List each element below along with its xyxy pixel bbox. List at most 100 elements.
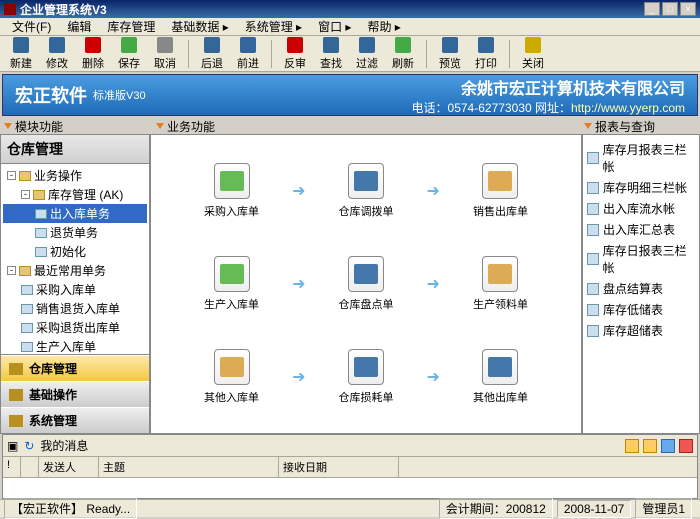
menu-item[interactable]: 窗口 ▸ [310,18,359,35]
nav-button[interactable]: 基础操作 [1,381,149,407]
menu-item[interactable]: 文件(F) [4,18,59,35]
nav-button[interactable]: 系统管理 [1,407,149,433]
toolbar-前进[interactable]: 前进 [231,35,265,73]
toolbar-后退[interactable]: 后退 [195,35,229,73]
toolbar-icon [157,37,173,53]
tree-node[interactable]: -最近常用单务 [3,261,147,280]
tree-node[interactable]: 采购入库单 [3,280,147,299]
document-icon [35,209,47,219]
msg-action-icon[interactable] [625,439,639,453]
report-item[interactable]: 库存超储表 [587,320,695,341]
tree-node[interactable]: -业务操作 [3,166,147,185]
column-header[interactable] [21,457,39,477]
minimize-button[interactable]: _ [644,2,660,16]
menu-item[interactable]: 编辑 [59,18,99,35]
folder-icon [19,266,31,276]
toolbar-icon [121,37,137,53]
tree-node[interactable]: 退货单务 [3,223,147,242]
menu-item[interactable]: 帮助 ▸ [359,18,408,35]
folder-icon [9,415,23,427]
toolbar-删除[interactable]: 删除 [76,35,110,73]
maximize-button[interactable]: □ [662,2,678,16]
menu-item[interactable]: 库存管理 [99,18,163,35]
tree-node[interactable]: 生产入库单 [3,337,147,354]
report-item[interactable]: 出入库流水帐 [587,198,695,219]
flow-item[interactable]: 仓库调拨单 [339,163,394,219]
toolbar-反审[interactable]: 反审 [278,35,312,73]
toolbar-刷新[interactable]: 刷新 [386,35,420,73]
report-item[interactable]: 库存日报表三栏帐 [587,240,695,278]
website-link[interactable]: http://www.yyerp.com [571,101,685,115]
nav-button[interactable]: 仓库管理 [1,355,149,381]
toolbar-打印[interactable]: 打印 [469,35,503,73]
report-icon [587,182,599,194]
menu-item[interactable]: 基础数据 ▸ [163,18,236,35]
msg-action-icon[interactable] [661,439,675,453]
close-button[interactable]: × [680,2,696,16]
flow-item[interactable]: 其他入库单 [204,349,259,405]
flow-item[interactable]: 其他出库单 [473,349,528,405]
toolbar-新建[interactable]: 新建 [4,35,38,73]
toolbar: 新建修改删除保存取消 后退前进反审查找过滤刷新预览打印关闭 [0,36,700,72]
flow-item[interactable]: 仓库盘点单 [339,256,394,312]
tree-toggle-icon[interactable]: - [7,171,16,180]
flow-item[interactable]: 生产入库单 [204,256,259,312]
status-user: 管理员1 [635,498,692,519]
menu-item[interactable]: 系统管理 ▸ [237,18,310,35]
menubar: 文件(F)编辑库存管理基础数据 ▸系统管理 ▸窗口 ▸帮助 ▸ [0,18,700,36]
flow-item[interactable]: 仓库损耗单 [339,349,394,405]
contact-info: 电话：0574-62773030 网址：http://www.yyerp.com [412,99,685,116]
tree-node[interactable]: 初始化 [3,242,147,261]
msg-action-icon[interactable] [643,439,657,453]
toolbar-预览[interactable]: 预览 [433,35,467,73]
report-item[interactable]: 出入库汇总表 [587,219,695,240]
arrow-icon: ➜ [427,367,440,387]
document-icon [21,285,33,295]
toolbar-修改[interactable]: 修改 [40,35,74,73]
column-header[interactable]: 主题 [99,457,279,477]
tree-toggle-icon[interactable]: - [21,190,30,199]
report-item[interactable]: 库存月报表三栏帐 [587,139,695,177]
arrow-icon [156,123,164,129]
report-icon [587,203,599,215]
toolbar-label: 取消 [154,55,176,71]
report-item[interactable]: 库存明细三栏帐 [587,177,695,198]
toolbar-icon [395,37,411,53]
tree-node[interactable]: 出入库单务 [3,204,147,223]
document-icon [214,163,250,199]
column-header[interactable]: 发送人 [39,457,99,477]
report-item[interactable]: 库存低储表 [587,299,695,320]
flow-item[interactable]: 采购入库单 [204,163,259,219]
flow-label: 生产入库单 [204,296,259,312]
toolbar-取消[interactable]: 取消 [148,35,182,73]
column-header[interactable]: ! [3,457,21,477]
toolbar-过滤[interactable]: 过滤 [350,35,384,73]
toolbar-查找[interactable]: 查找 [314,35,348,73]
tree-label: 采购入库单 [36,281,96,298]
toolbar-label: 预览 [439,55,461,71]
toolbar-icon [525,37,541,53]
refresh-icon[interactable]: ↻ [24,439,34,453]
msg-delete-icon[interactable] [679,439,693,453]
tree-node[interactable]: -库存管理 (AK) [3,185,147,204]
status-date: 2008-11-07 [557,500,632,518]
flow-label: 仓库损耗单 [339,389,394,405]
expand-icon[interactable]: ▣ [7,439,18,453]
tree-label: 出入库单务 [50,205,110,222]
tree-node[interactable]: 采购退货出库单 [3,318,147,337]
tree-toggle-icon[interactable]: - [7,266,16,275]
column-header[interactable]: 接收日期 [279,457,399,477]
toolbar-icon [323,37,339,53]
toolbar-icon [478,37,494,53]
flow-item[interactable]: 生产领料单 [473,256,528,312]
biz-header: 业务功能 [152,118,580,134]
tree-node[interactable]: 销售退货入库单 [3,299,147,318]
flow-item[interactable]: 销售出库单 [473,163,528,219]
toolbar-保存[interactable]: 保存 [112,35,146,73]
section-headers: 模块功能 业务功能 报表与查询 [0,118,700,134]
toolbar-关闭[interactable]: 关闭 [516,35,550,73]
tree-label: 初始化 [50,243,86,260]
toolbar-label: 过滤 [356,55,378,71]
folder-icon [33,190,45,200]
report-item[interactable]: 盘点结算表 [587,278,695,299]
